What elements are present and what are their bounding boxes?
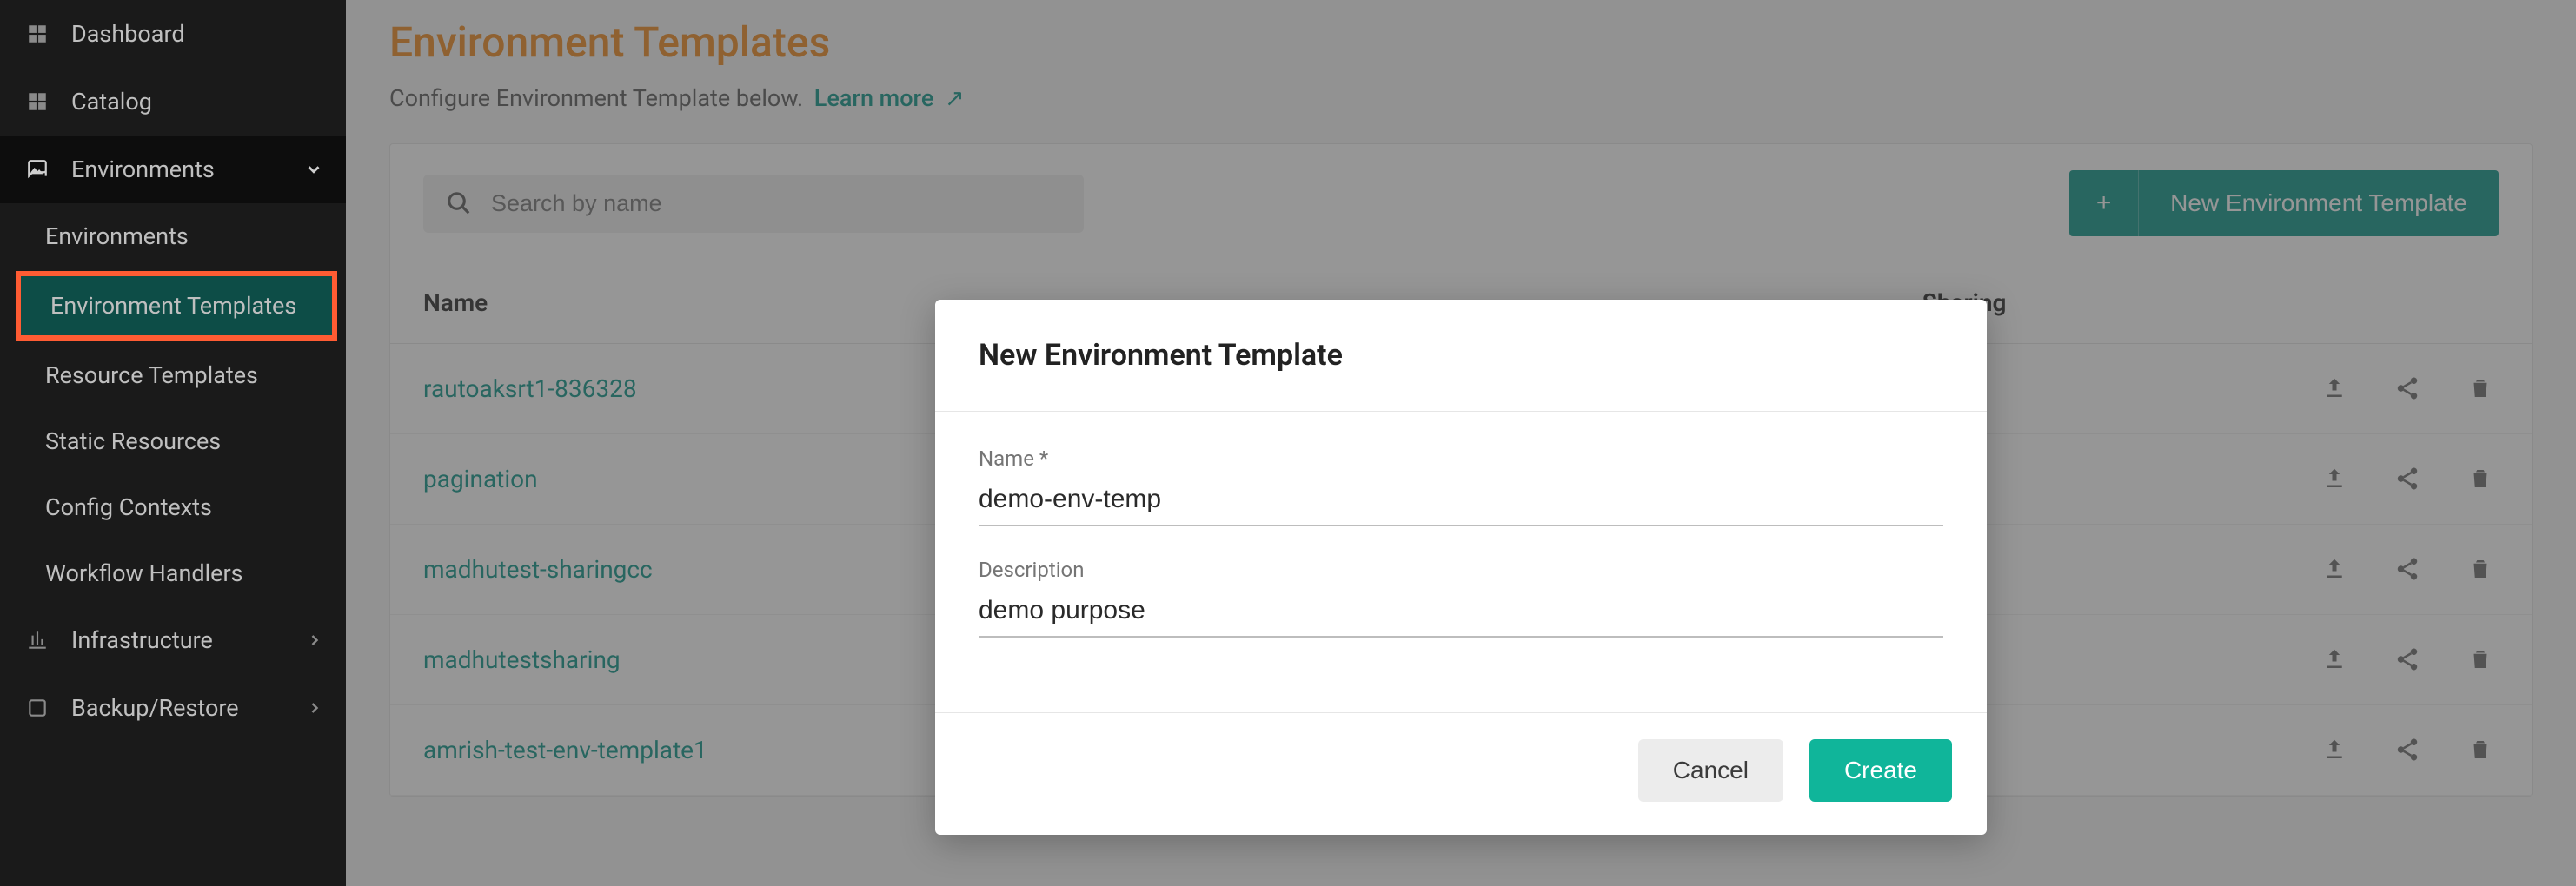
sidebar-item-label: Static Resources [45,427,221,455]
environments-icon [23,155,52,184]
sidebar-item-label: Config Contexts [45,493,212,521]
modal-title: New Environment Template [935,300,1987,412]
create-button[interactable]: Create [1809,739,1952,802]
main-content: Environment Templates Configure Environm… [346,0,2576,886]
sidebar-item-dashboard[interactable]: Dashboard [0,0,346,68]
sidebar-item-label: Catalog [71,88,152,116]
sidebar-item-label: Workflow Handlers [45,559,243,587]
chevron-right-icon [306,631,323,649]
chevron-down-icon [304,160,323,179]
sidebar-item-infrastructure[interactable]: Infrastructure [0,606,346,674]
backup-icon [23,693,52,723]
modal-overlay[interactable]: New Environment Template Name * Descript… [346,0,2576,886]
sidebar: Dashboard Catalog Environments Environme… [0,0,346,886]
name-label: Name * [979,446,1943,471]
sidebar-item-environments[interactable]: Environments [0,136,346,203]
name-field: Name * [979,446,1943,526]
name-input[interactable] [979,476,1943,526]
sidebar-sub-config-contexts[interactable]: Config Contexts [0,474,346,540]
sidebar-sub-environment-templates[interactable]: Environment Templates [16,271,337,341]
chevron-right-icon [306,699,323,717]
description-label: Description [979,558,1943,582]
sidebar-sub-static-resources[interactable]: Static Resources [0,408,346,474]
new-template-modal: New Environment Template Name * Descript… [935,300,1987,835]
sidebar-item-label: Infrastructure [71,626,213,654]
catalog-icon [23,87,52,116]
sidebar-item-label: Dashboard [71,20,185,48]
sidebar-item-backup-restore[interactable]: Backup/Restore [0,674,346,742]
sidebar-item-label: Resource Templates [45,361,258,389]
description-input[interactable] [979,587,1943,638]
sidebar-item-label: Backup/Restore [71,694,239,722]
description-field: Description [979,558,1943,638]
modal-footer: Cancel Create [935,712,1987,835]
sidebar-sub-workflow-handlers[interactable]: Workflow Handlers [0,540,346,606]
sidebar-sub-resource-templates[interactable]: Resource Templates [0,342,346,408]
dashboard-icon [23,19,52,49]
sidebar-item-label: Environments [71,155,215,183]
infrastructure-icon [23,625,52,655]
modal-body: Name * Description [935,412,1987,712]
sidebar-sub-environments[interactable]: Environments [0,203,346,269]
sidebar-item-catalog[interactable]: Catalog [0,68,346,136]
cancel-button[interactable]: Cancel [1638,739,1783,802]
sidebar-item-label: Environment Templates [50,292,296,320]
sidebar-item-label: Environments [45,222,189,250]
